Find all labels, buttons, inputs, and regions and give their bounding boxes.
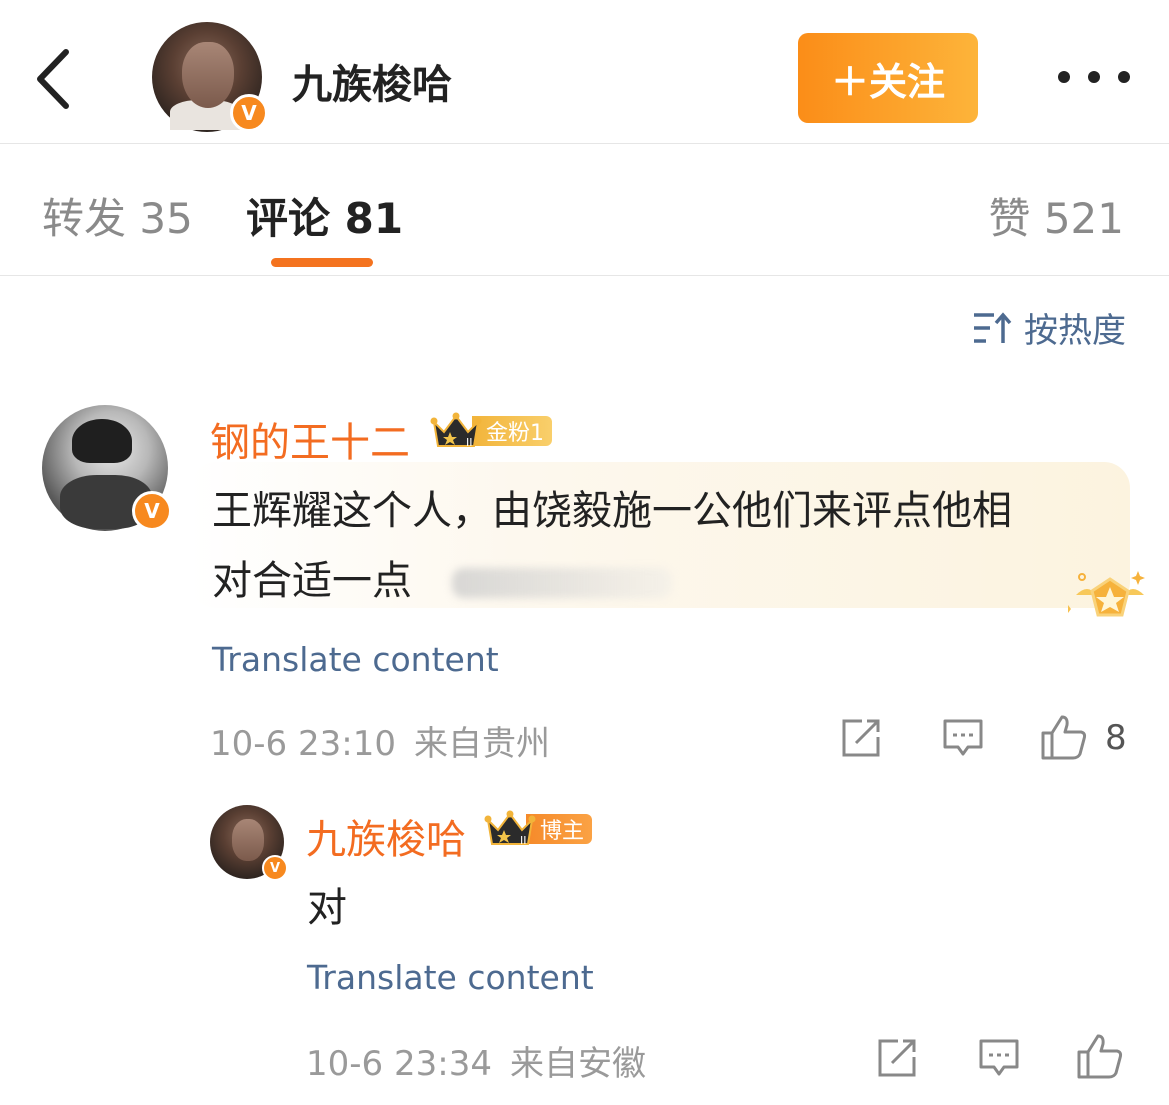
commenter-name[interactable]: 钢的王十二	[210, 410, 410, 468]
sort-by-hot-button[interactable]: 按热度	[972, 303, 1126, 352]
more-options-icon[interactable]	[1058, 60, 1130, 94]
blurred-content	[452, 568, 672, 598]
reply-button[interactable]	[978, 1038, 1020, 1082]
like-button[interactable]	[1040, 713, 1088, 765]
comment-location: 来自贵州	[413, 724, 550, 764]
tab-repost[interactable]: 转发 35	[42, 185, 193, 246]
comment-meta: 10-6 23:10 来自贵州	[210, 716, 550, 765]
like-count: 8	[1105, 718, 1127, 758]
commenter-avatar[interactable]: V	[42, 405, 172, 531]
comment-icon	[943, 719, 983, 756]
follow-button[interactable]: ＋关注	[798, 33, 978, 123]
svg-text:II: II	[466, 436, 473, 449]
comment-icon	[979, 1039, 1019, 1076]
reply-author-avatar[interactable]: V	[210, 805, 288, 881]
chevron-left-icon	[37, 49, 69, 109]
share-button[interactable]	[876, 1038, 918, 1082]
reply-date: 10-6 23:34	[306, 1044, 492, 1084]
reply-author-name[interactable]: 九族梭哈	[306, 807, 466, 865]
verified-badge-icon: V	[230, 94, 268, 132]
reply-button[interactable]	[942, 718, 984, 762]
sort-icon	[974, 311, 1012, 343]
verified-badge-icon: V	[132, 491, 172, 531]
share-button[interactable]	[840, 718, 882, 762]
tab-comment[interactable]: 评论 81	[246, 185, 403, 246]
like-button[interactable]	[1076, 1032, 1124, 1084]
back-button[interactable]	[30, 44, 80, 114]
verified-badge-icon: V	[262, 855, 288, 881]
fan-level-badge: II 金粉1	[430, 412, 552, 450]
crown-icon: II	[484, 810, 536, 847]
author-avatar[interactable]: V	[152, 22, 268, 132]
top-bar: V 九族梭哈 ＋关注	[0, 0, 1169, 144]
translate-link[interactable]: Translate content	[307, 958, 594, 997]
reply-location: 来自安徽	[509, 1044, 646, 1084]
reply-meta: 10-6 23:34 来自安徽	[306, 1036, 646, 1085]
author-name[interactable]: 九族梭哈	[292, 52, 452, 110]
thumbs-up-icon	[1077, 1034, 1123, 1079]
active-tab-indicator	[271, 258, 373, 267]
author-badge: II 博主	[484, 810, 593, 848]
comment-text: 王辉耀这个人，由饶毅施一公他们来评点他相 对合适一点	[212, 488, 1012, 604]
svg-text:II: II	[520, 834, 527, 847]
crown-icon: II	[430, 412, 482, 449]
translate-link[interactable]: Translate content	[212, 640, 499, 679]
tab-like[interactable]: 赞 521	[988, 185, 1124, 246]
share-icon	[842, 719, 880, 757]
share-icon	[878, 1039, 916, 1077]
thumbs-up-icon	[1041, 715, 1087, 760]
comment-date: 10-6 23:10	[210, 724, 396, 764]
gem-badge-icon	[1068, 571, 1145, 617]
sort-label: 按热度	[1024, 311, 1126, 351]
reply-text: 对	[307, 885, 347, 931]
tab-bar: 转发 35 评论 81 赞 521	[0, 145, 1169, 276]
